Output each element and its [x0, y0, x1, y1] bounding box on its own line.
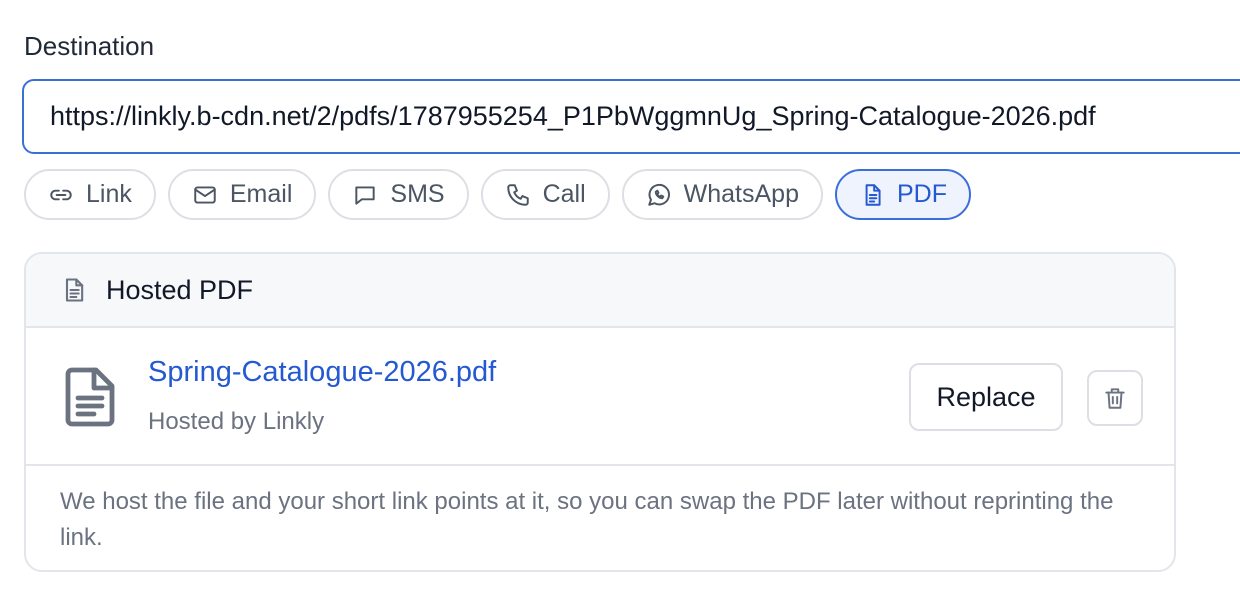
link-type-link[interactable]: Link: [24, 169, 156, 220]
link-type-pdf[interactable]: PDF: [835, 169, 971, 220]
host-text: Hosted by Linkly: [148, 408, 325, 435]
envelope-icon: [194, 185, 216, 204]
link-type-label: WhatsApp: [683, 180, 799, 208]
link-type-label: PDF: [897, 180, 947, 208]
link-type-whatsapp[interactable]: WhatsApp: [621, 169, 823, 220]
file-name-link[interactable]: Spring-Catalogue-2026.pdf: [148, 356, 496, 389]
hosted-pdf-title: Hosted PDF: [106, 274, 254, 305]
hosted-pdf-header: Hosted PDF: [26, 254, 1174, 328]
phone-icon: [506, 183, 529, 206]
document-icon: [865, 183, 881, 206]
message-icon: [355, 185, 376, 205]
link-type-label: Email: [229, 180, 293, 208]
file-document-icon: [62, 366, 118, 428]
link-icon: [50, 189, 72, 200]
link-type-label: Link: [86, 180, 132, 208]
link-type-call[interactable]: Call: [480, 169, 610, 220]
link-type-sms[interactable]: SMS: [328, 169, 469, 220]
destination-url-input[interactable]: https://linkly.b-cdn.net/2/pdfs/17879552…: [22, 79, 1240, 154]
link-type-selector: Link Email SMS Call WhatsApp PDF: [24, 169, 971, 220]
whatsapp-icon: [647, 183, 670, 206]
replace-button[interactable]: Replace: [909, 363, 1063, 431]
hosting-note: We host the file and your short link poi…: [60, 488, 1114, 551]
destination-label: Destination: [24, 31, 155, 61]
link-type-email[interactable]: Email: [167, 169, 317, 220]
trash-icon: [1105, 388, 1125, 409]
document-icon: [65, 278, 84, 302]
hosted-pdf-card: Hosted PDF Spring-Catalogue-2026.pdf Hos…: [24, 252, 1176, 572]
destination-panel: Destination https://linkly.b-cdn.net/2/p…: [0, 0, 1240, 600]
delete-button[interactable]: [1087, 370, 1143, 426]
link-type-label: SMS: [390, 180, 445, 208]
link-type-label: Call: [542, 180, 586, 208]
hosted-file-row: Spring-Catalogue-2026.pdf Hosted by Link…: [26, 328, 1174, 466]
